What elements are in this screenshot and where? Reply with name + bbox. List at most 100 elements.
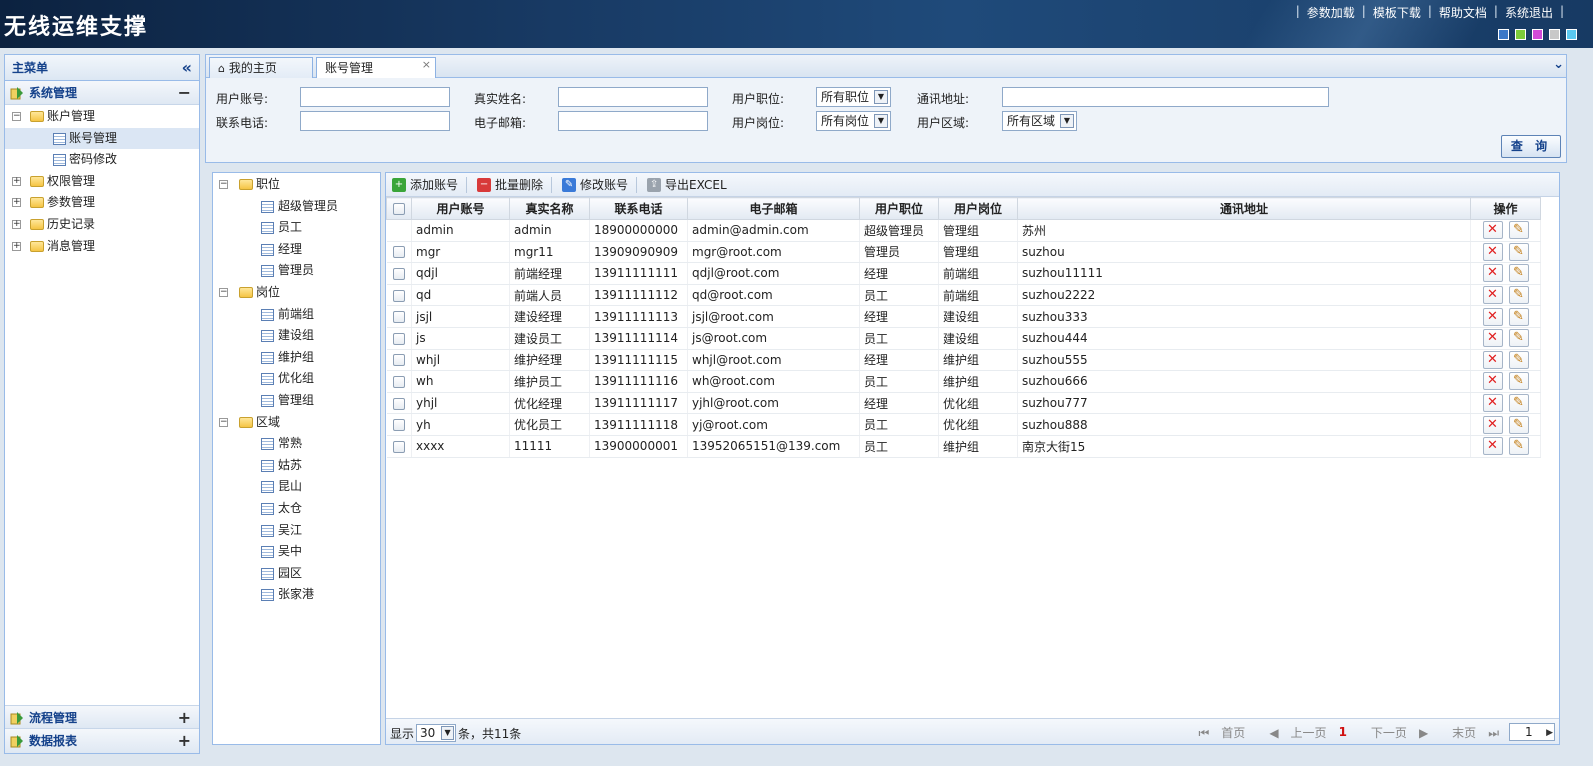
row-select-cell[interactable] (386, 219, 412, 242)
collapse-toggle-icon[interactable]: − (219, 417, 228, 427)
page-number-input[interactable]: 1 ▶ (1509, 723, 1555, 741)
row-checkbox[interactable] (392, 332, 405, 345)
delete-row-button[interactable]: ✕ (1482, 415, 1503, 434)
filter-item[interactable]: 吴中 (213, 541, 380, 563)
export-excel-button[interactable]: ⇪ 导出EXCEL (647, 173, 727, 197)
theme-swatch-green[interactable] (1515, 29, 1526, 40)
table-row[interactable]: js 建设员工 13911111114 js@root.com 员工 建设组 suzhou4… (386, 327, 1541, 350)
table-row[interactable]: qd 前端人员 13911111112 qd@root.com 员工 前端组 suzhou2… (386, 284, 1541, 307)
tab-account-manage[interactable]: 账号管理 × (316, 57, 436, 80)
last-page-button[interactable]: 末页 ⏭ (1440, 724, 1499, 741)
filter-item[interactable]: 经理 (213, 239, 380, 261)
edit-row-button[interactable]: ✎ (1508, 329, 1529, 348)
close-icon[interactable]: × (422, 55, 431, 75)
accordion-flow[interactable]: 流程管理 + (5, 705, 199, 729)
filter-item[interactable]: 园区 (213, 563, 380, 585)
theme-swatch-purple[interactable] (1532, 29, 1543, 40)
position-select[interactable]: 所有职位 ▼ (816, 87, 891, 107)
edit-row-button[interactable]: ✎ (1508, 286, 1529, 305)
theme-swatch-blue[interactable] (1498, 29, 1509, 40)
row-checkbox[interactable] (392, 267, 405, 280)
delete-row-button[interactable]: ✕ (1482, 350, 1503, 369)
select-all-cell[interactable] (386, 197, 412, 220)
table-row[interactable]: wh 维护员工 13911111116 wh@root.com 员工 维护组 suzhou6… (386, 370, 1541, 393)
table-row[interactable]: mgr mgr11 13909090909 mgr@root.com 管理员 管理组 suz… (386, 241, 1541, 264)
prev-page-button[interactable]: ◀ 上一页 (1257, 724, 1326, 741)
tab-home[interactable]: ⌂ 我的主页 (209, 57, 313, 79)
edit-row-button[interactable]: ✎ (1508, 221, 1529, 240)
query-button[interactable]: 查 询 (1501, 135, 1561, 158)
collapse-toggle-icon[interactable]: − (219, 287, 228, 297)
delete-row-button[interactable]: ✕ (1482, 329, 1503, 348)
link-help-doc[interactable]: 帮助文档 (1439, 4, 1487, 21)
column-header[interactable]: 电子邮箱 (687, 197, 860, 220)
row-select-cell[interactable] (386, 370, 412, 393)
accordion-system[interactable]: 系统管理 − (5, 81, 199, 105)
row-select-cell[interactable] (386, 284, 412, 307)
row-select-cell[interactable] (386, 305, 412, 328)
column-header[interactable]: 真实名称 (509, 197, 590, 220)
edit-row-button[interactable]: ✎ (1508, 415, 1529, 434)
filter-item[interactable]: 吴江 (213, 520, 380, 542)
filter-group[interactable]: − 区域 (213, 412, 380, 434)
realname-input[interactable] (558, 87, 708, 107)
collapse-minus-icon[interactable]: − (178, 81, 191, 105)
tree-node-permission[interactable]: + 权限管理 (5, 171, 199, 193)
filter-item[interactable]: 前端组 (213, 304, 380, 326)
table-row[interactable]: jsjl 建设经理 13911111113 jsjl@root.com 经理 建设组 suz… (386, 305, 1541, 328)
go-arrow-icon[interactable]: ▶ (1546, 725, 1553, 741)
table-row[interactable]: whjl 维护经理 13911111115 whjl@root.com 经理 维护组 suz… (386, 349, 1541, 372)
column-header[interactable]: 通讯地址 (1017, 197, 1471, 220)
delete-row-button[interactable]: ✕ (1482, 437, 1503, 456)
column-header[interactable]: 联系电话 (589, 197, 688, 220)
edit-row-button[interactable]: ✎ (1508, 437, 1529, 456)
filter-item[interactable]: 维护组 (213, 347, 380, 369)
column-header[interactable]: 用户职位 (859, 197, 939, 220)
delete-row-button[interactable]: ✕ (1482, 307, 1503, 326)
select-all-checkbox[interactable] (393, 203, 405, 215)
edit-row-button[interactable]: ✎ (1508, 264, 1529, 283)
delete-row-button[interactable]: ✕ (1482, 394, 1503, 413)
row-select-cell[interactable] (386, 413, 412, 436)
filter-item[interactable]: 优化组 (213, 368, 380, 390)
address-input[interactable] (1002, 87, 1329, 107)
row-select-cell[interactable] (386, 349, 412, 372)
collapse-toggle-icon[interactable]: − (12, 112, 21, 121)
edit-row-button[interactable]: ✎ (1508, 394, 1529, 413)
row-select-cell[interactable] (386, 392, 412, 415)
filter-item[interactable]: 超级管理员 (213, 196, 380, 218)
filter-group[interactable]: − 职位 (213, 174, 380, 196)
area-select[interactable]: 所有区域 ▼ (1002, 111, 1077, 131)
table-row[interactable]: qdjl 前端经理 13911111111 qdjl@root.com 经理 前端组 suz… (386, 262, 1541, 285)
add-account-button[interactable]: + 添加账号 (392, 173, 458, 197)
row-select-cell[interactable] (386, 435, 412, 458)
edit-account-button[interactable]: ✎ 修改账号 (562, 173, 628, 197)
filter-item[interactable]: 管理组 (213, 390, 380, 412)
tree-node-account-manage[interactable]: 账号管理 (5, 127, 199, 150)
batch-delete-button[interactable]: − 批量删除 (477, 173, 543, 197)
table-row[interactable]: yhjl 优化经理 13911111117 yjhl@root.com 经理 优化组 suz… (386, 392, 1541, 415)
tree-node-message[interactable]: + 消息管理 (5, 236, 199, 258)
column-header[interactable]: 用户岗位 (938, 197, 1018, 220)
edit-row-button[interactable]: ✎ (1508, 372, 1529, 391)
row-checkbox[interactable] (392, 440, 405, 453)
row-checkbox[interactable] (392, 375, 405, 388)
row-select-cell[interactable] (386, 241, 412, 264)
table-row[interactable]: yh 优化员工 13911111118 yj@root.com 员工 优化组 suzhou8… (386, 413, 1541, 436)
phone-input[interactable] (300, 111, 450, 131)
filter-item[interactable]: 员工 (213, 217, 380, 239)
collapse-double-left-icon[interactable]: « (182, 55, 192, 81)
edit-row-button[interactable]: ✎ (1508, 350, 1529, 369)
expand-toggle-icon[interactable]: + (12, 198, 21, 208)
filter-item[interactable]: 张家港 (213, 584, 380, 606)
link-param-load[interactable]: 参数加载 (1307, 4, 1355, 21)
post-select[interactable]: 所有岗位 ▼ (816, 111, 891, 131)
row-checkbox[interactable] (392, 311, 405, 324)
first-page-button[interactable]: ⏮ 首页 (1186, 724, 1245, 741)
expand-toggle-icon[interactable]: + (12, 176, 21, 186)
link-template-download[interactable]: 模板下载 (1373, 4, 1421, 21)
expand-toggle-icon[interactable]: + (12, 241, 21, 251)
filter-item[interactable]: 太仓 (213, 498, 380, 520)
row-checkbox[interactable] (392, 289, 405, 302)
column-header[interactable]: 操作 (1470, 197, 1541, 220)
